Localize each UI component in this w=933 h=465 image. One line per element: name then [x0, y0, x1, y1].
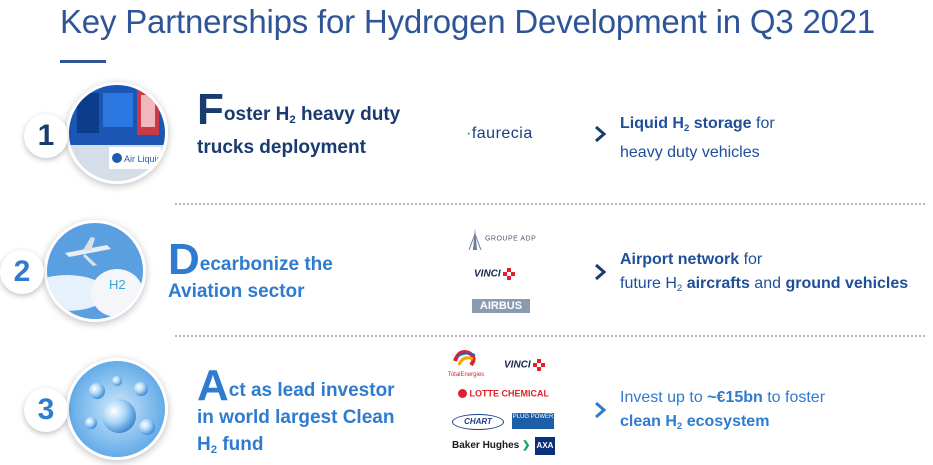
chevron-right-icon [595, 401, 607, 419]
groupe-adp-logo: GROUPE ADP [467, 228, 536, 251]
row-description: Invest up to ~€15bn to foster clean H2 e… [620, 389, 826, 432]
plug-power-logo: PLUG POWER [512, 413, 554, 429]
chevron-right-icon [595, 263, 607, 281]
chart-logo: CHART [452, 414, 504, 430]
row-description: Airport network for future H2 aircrafts … [620, 251, 909, 294]
title-underline [60, 60, 106, 63]
page-title: Key Partnerships for Hydrogen Developmen… [60, 3, 876, 40]
row-heading: Act as lead investor in world largest Cl… [197, 361, 395, 457]
vinci-logo: VINCI [474, 268, 516, 280]
adp-tower-icon [468, 228, 482, 251]
vinci-mark-icon [533, 359, 546, 371]
faurecia-logo: ·faurecia [466, 125, 533, 142]
water-droplets-photo [66, 358, 168, 460]
baker-hughes-logo: Baker Hughes ❯ [452, 440, 531, 451]
totalenergies-mark-icon [453, 350, 476, 367]
air-liquide-label: Air Liquide [124, 154, 165, 164]
vinci-mark-icon [503, 268, 516, 280]
totalenergies-logo: TotalEnergies [446, 349, 486, 378]
airport-hydrogen-photo: H2 [44, 220, 146, 322]
baker-hughes-mark-icon: ❯ [522, 440, 531, 451]
row-separator [175, 203, 925, 205]
chevron-right-icon [595, 125, 607, 143]
axa-logo: AXA [535, 437, 555, 455]
airbus-logo: AIRBUS [472, 299, 530, 313]
row-number: 2 [0, 250, 44, 294]
row-number: 3 [24, 388, 68, 432]
lotte-chemical-logo: LOTTE CHEMICAL [458, 388, 549, 399]
row-heading: Foster H2 heavy duty trucks deployment [197, 85, 401, 159]
truck-station-photo: Air Liquide [66, 82, 168, 184]
row-description: Liquid H2 storage for heavy duty vehicle… [620, 115, 775, 161]
row-separator [175, 335, 925, 337]
row-heading: Decarbonize the Aviation sector [168, 235, 333, 303]
h2-tank-label: H2 [109, 277, 126, 292]
lotte-mark-icon [458, 389, 467, 399]
row-number: 1 [24, 114, 68, 158]
vinci-logo: VINCI [504, 359, 546, 371]
